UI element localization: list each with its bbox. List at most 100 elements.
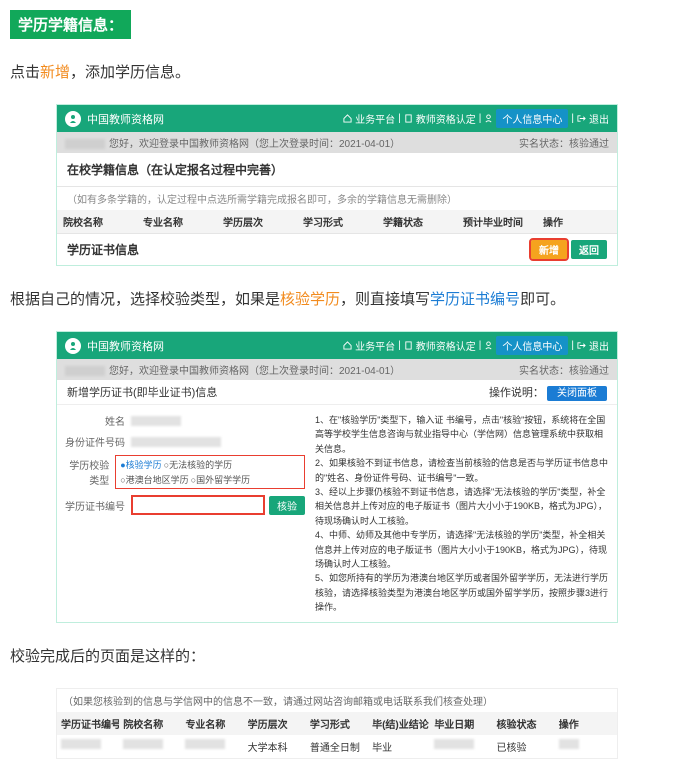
link-biz[interactable]: 业务平台 <box>355 111 395 126</box>
link-personal-2[interactable]: 个人信息中心 <box>496 336 568 355</box>
screenshot-1: 中国教师资格网 业务平台 | 教师资格认定 | 个人信息中心 | 退出 您好，欢… <box>56 104 618 266</box>
card-xueji: 在校学籍信息（在认定报名过程中完善） （如有多条学籍的，认定过程中点选所需学籍完… <box>57 153 617 265</box>
radio-group[interactable]: ●核验学历 ○无法核验的学历 ○港澳台地区学历 ○国外留学学历 <box>115 455 305 489</box>
paragraph-2: 根据自己的情况，选择校验类型，如果是核验学历，则直接填写学历证书编号即可。 <box>10 288 664 309</box>
value-idno <box>131 437 221 447</box>
logo-icon <box>65 111 81 127</box>
xueli-footer: 学历证书信息 新增 返回 <box>57 233 617 265</box>
radio-abroad[interactable]: ○国外留学学历 <box>191 473 250 486</box>
fr-level: 大学本科 <box>244 735 306 758</box>
realname-label-2: 实名状态： <box>519 366 569 377</box>
label-vtype: 学历校验类型 <box>65 457 115 487</box>
blurred-name <box>65 139 105 149</box>
label-idno: 身份证件号码 <box>65 434 131 449</box>
fh-school: 院校名称 <box>119 712 181 735</box>
link-personal[interactable]: 个人信息中心 <box>496 109 568 128</box>
op-line: 新增学历证书(即毕业证书)信息 操作说明： 关闭面板 <box>57 380 617 404</box>
fh-major: 专业名称 <box>181 712 243 735</box>
p2-em1: 核验学历 <box>280 291 340 308</box>
paragraph-1: 点击新增，添加学历信息。 <box>10 61 664 82</box>
p1-em: 新增 <box>40 64 70 81</box>
close-panel-button[interactable]: 关闭面板 <box>547 386 607 401</box>
col-major: 专业名称 <box>137 210 217 233</box>
p1-post: ，添加学历信息。 <box>70 64 190 81</box>
file-icon <box>404 114 413 123</box>
p2-em2: 学历证书编号 <box>430 291 520 308</box>
exit-icon <box>577 114 586 123</box>
col-level: 学历层次 <box>217 210 297 233</box>
radio-verify[interactable]: ●核验学历 <box>120 458 161 471</box>
topbar-links: 业务平台 | 教师资格认定 | 个人信息中心 | 退出 <box>343 109 609 128</box>
greeting-text-2: 您好，欢迎登录中国教师资格网（您上次登录时间：2021-04-01） <box>109 366 400 377</box>
home-icon <box>343 114 352 123</box>
p1-pre: 点击 <box>10 64 40 81</box>
return-button[interactable]: 返回 <box>571 240 607 259</box>
user-icon-2 <box>484 341 493 350</box>
final-note: （如果您核验到的信息与学信网中的信息不一致，请通过网站咨询邮箱或电话联系我们核查… <box>57 689 617 712</box>
col-form: 学习形式 <box>297 210 377 233</box>
xueji-table-head: 院校名称 专业名称 学历层次 学习形式 学籍状态 预计毕业时间 操作 <box>57 210 617 233</box>
p2-post: 即可。 <box>520 291 565 308</box>
link-exit-2[interactable]: 退出 <box>589 338 609 353</box>
label-name: 姓名 <box>65 413 131 428</box>
p2-pre: 根据自己的情况，选择校验类型，如果是 <box>10 291 280 308</box>
table-row: 大学本科 普通全日制 毕业 已核验 <box>57 735 617 758</box>
link-cert-2[interactable]: 教师资格认定 <box>416 338 476 353</box>
col-status: 学籍状态 <box>377 210 457 233</box>
user-icon <box>484 114 493 123</box>
new-cert-title: 新增学历证书(即毕业证书)信息 <box>67 384 217 400</box>
fr-form: 普通全日制 <box>306 735 368 758</box>
fr-vstat: 已核验 <box>493 735 555 758</box>
col-grad: 预计毕业时间 <box>457 210 537 233</box>
col-op: 操作 <box>537 210 617 233</box>
link-cert[interactable]: 教师资格认定 <box>416 111 476 126</box>
blurred-name-2 <box>65 366 105 376</box>
add-button[interactable]: 新增 <box>531 240 567 259</box>
link-biz-2[interactable]: 业务平台 <box>355 338 395 353</box>
xueji-title: 在校学籍信息（在认定报名过程中完善） <box>57 153 617 187</box>
screenshot-2: 中国教师资格网 业务平台 | 教师资格认定 | 个人信息中心 | 退出 您好，欢… <box>56 331 618 623</box>
radio-hkmotw[interactable]: ○港澳台地区学历 <box>120 473 188 486</box>
xueli-title: 学历证书信息 <box>67 241 139 258</box>
realname-value-2: 核验通过 <box>569 366 609 377</box>
form-left: 姓名 身份证件号码 学历校验类型 ●核验学历 ○无法核验的学历 ○港澳台地区学历… <box>65 413 305 614</box>
site-name: 中国教师资格网 <box>87 111 164 127</box>
fr-certno <box>61 739 101 749</box>
fr-op[interactable] <box>559 739 579 749</box>
instructions: 1、在"核验学历"类型下，输入证 书编号，点击"核验"按钮，系统将在全国高等学校… <box>315 413 609 614</box>
value-name <box>131 416 181 426</box>
fr-major <box>185 739 225 749</box>
fh-date: 毕业日期 <box>430 712 492 735</box>
input-certno[interactable] <box>131 495 265 515</box>
file-icon-2 <box>404 341 413 350</box>
fr-conc: 毕业 <box>368 735 430 758</box>
op-label: 操作说明： <box>489 387 544 399</box>
fr-school <box>123 739 163 749</box>
fh-certno: 学历证书编号 <box>57 712 119 735</box>
exit-icon-2 <box>577 341 586 350</box>
fh-vstat: 核验状态 <box>493 712 555 735</box>
paragraph-3: 校验完成后的页面是这样的： <box>10 645 664 666</box>
logo-icon-2 <box>65 338 81 354</box>
xueji-note: （如有多条学籍的，认定过程中点选所需学籍完成报名即可，多余的学籍信息无需删除） <box>57 187 617 210</box>
form-area: 姓名 身份证件号码 学历校验类型 ●核验学历 ○无法核验的学历 ○港澳台地区学历… <box>57 405 617 622</box>
greeting-strip-2: 您好，欢迎登录中国教师资格网（您上次登录时间：2021-04-01） 实名状态：… <box>57 359 617 380</box>
realname-label: 实名状态： <box>519 139 569 150</box>
greeting-strip: 您好，欢迎登录中国教师资格网（您上次登录时间：2021-04-01） 实名状态：… <box>57 132 617 153</box>
topbar-2: 中国教师资格网 业务平台 | 教师资格认定 | 个人信息中心 | 退出 <box>57 332 617 359</box>
fh-conc: 毕(结)业结论 <box>368 712 430 735</box>
home-icon-2 <box>343 341 352 350</box>
topbar: 中国教师资格网 业务平台 | 教师资格认定 | 个人信息中心 | 退出 <box>57 105 617 132</box>
screenshot-3: （如果您核验到的信息与学信网中的信息不一致，请通过网站咨询邮箱或电话联系我们核查… <box>56 688 618 759</box>
p2-mid: ，则直接填写 <box>340 291 430 308</box>
radio-noverify[interactable]: ○无法核验的学历 <box>164 458 232 471</box>
fh-op: 操作 <box>555 712 617 735</box>
final-head: 学历证书编号 院校名称 专业名称 学历层次 学习形式 毕(结)业结论 毕业日期 … <box>57 712 617 735</box>
label-certno: 学历证书编号 <box>65 498 131 513</box>
link-exit[interactable]: 退出 <box>589 111 609 126</box>
realname-value: 核验通过 <box>569 139 609 150</box>
fh-form: 学习形式 <box>306 712 368 735</box>
section-title: 学历学籍信息： <box>10 10 131 39</box>
fh-level: 学历层次 <box>244 712 306 735</box>
verify-button[interactable]: 核验 <box>269 496 305 515</box>
